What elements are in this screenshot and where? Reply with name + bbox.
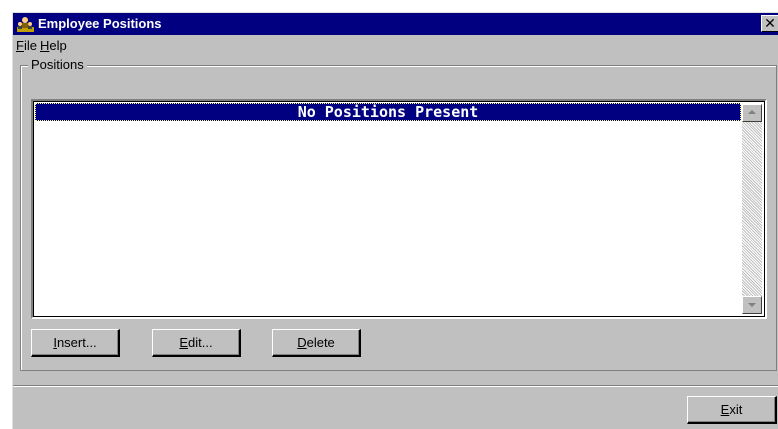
vertical-scrollbar[interactable]: [742, 104, 762, 314]
delete-button[interactable]: Delete: [272, 329, 361, 357]
bottom-separator: [13, 385, 778, 387]
menu-help-label: elp: [49, 38, 67, 53]
scroll-down-arrow-icon: [748, 303, 756, 307]
menu-file-mnemonic: F: [16, 38, 24, 53]
edit-button[interactable]: Edit...: [152, 329, 241, 357]
title-bar[interactable]: Employee Positions ✕: [13, 13, 778, 35]
delete-label: elete: [306, 335, 335, 350]
positions-group-label: Positions: [28, 57, 87, 72]
menu-bar: File Help: [13, 35, 778, 56]
delete-mnemonic: D: [297, 335, 307, 350]
insert-button[interactable]: Insert...: [31, 329, 120, 357]
close-button[interactable]: ✕: [761, 15, 778, 32]
positions-listbox[interactable]: No Positions Present: [31, 99, 767, 319]
menu-help[interactable]: Help: [40, 38, 67, 53]
employee-app-icon: [17, 17, 34, 32]
menu-file[interactable]: File: [16, 38, 37, 53]
exit-button[interactable]: Exit: [687, 396, 777, 424]
close-icon: ✕: [764, 15, 776, 31]
edit-label: dit...: [188, 335, 213, 350]
exit-label: xit: [729, 402, 743, 417]
insert-label: nsert...: [56, 335, 97, 350]
list-item-text: No Positions Present: [297, 103, 479, 121]
scroll-up-button[interactable]: [742, 104, 762, 122]
menu-file-label: ile: [23, 38, 37, 53]
employee-positions-window: Employee Positions ✕ File Help Positions…: [12, 12, 778, 429]
edit-mnemonic: E: [179, 335, 189, 350]
window-title: Employee Positions: [38, 16, 162, 31]
scroll-up-arrow-icon: [748, 110, 756, 114]
list-item[interactable]: No Positions Present: [35, 103, 741, 121]
scroll-down-button[interactable]: [742, 296, 762, 314]
menu-help-mnemonic: H: [40, 38, 50, 53]
